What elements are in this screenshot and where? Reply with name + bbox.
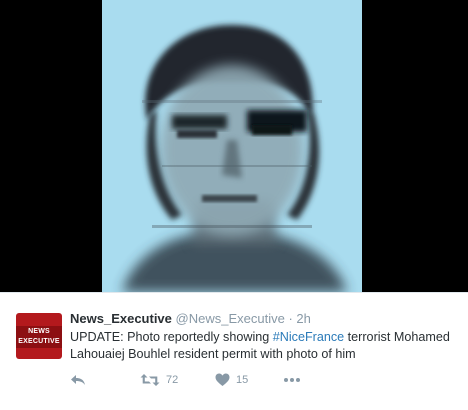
like-count: 15 (236, 374, 249, 386)
tweet-text-before: UPDATE: Photo reportedly showing (70, 330, 273, 344)
separator-dot: · (288, 311, 293, 326)
retweet-button[interactable]: 72 (140, 371, 178, 389)
retweet-icon (140, 373, 160, 387)
avatar[interactable]: NEWS EXECUTIVE (16, 313, 62, 359)
tweet-photo[interactable] (102, 0, 362, 292)
author-handle[interactable]: @News_Executive (176, 311, 285, 326)
like-button[interactable]: 15 (215, 371, 248, 389)
tweet-header: News_Executive @News_Executive · 2h (70, 310, 460, 328)
heart-icon (215, 373, 230, 387)
more-icon (283, 377, 301, 383)
tweet-content: News_Executive @News_Executive · 2h UPDA… (70, 310, 460, 363)
tweet-text: UPDATE: Photo reportedly showing #NiceFr… (70, 329, 460, 363)
retweet-count: 72 (166, 374, 179, 386)
tweet-card[interactable]: NEWS EXECUTIVE News_Executive @News_Exec… (0, 292, 468, 410)
tweet-actions: 72 15 (70, 371, 450, 389)
tweet-media[interactable] (0, 0, 468, 292)
reply-button[interactable] (70, 371, 86, 389)
more-button[interactable] (283, 371, 301, 389)
avatar-line2: EXECUTIVE (18, 338, 60, 345)
author-name[interactable]: News_Executive (70, 311, 172, 326)
reply-icon (70, 373, 86, 387)
tweet-time[interactable]: 2h (296, 311, 310, 326)
hashtag-link[interactable]: #NiceFrance (273, 330, 344, 344)
avatar-line1: NEWS (28, 328, 50, 335)
